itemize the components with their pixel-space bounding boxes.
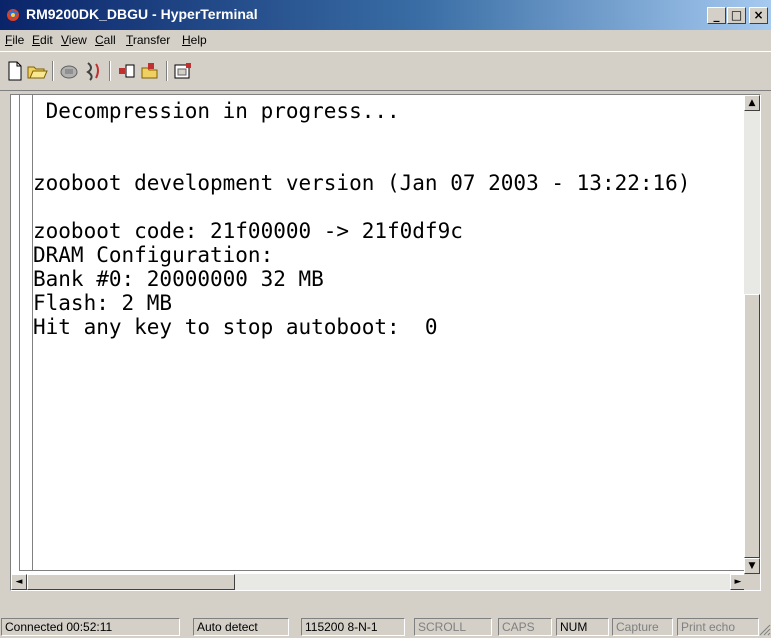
window-title: RM9200DK_DBGU - HyperTerminal: [26, 6, 258, 22]
status-bar: Connected 00:52:11 Auto detect 115200 8-…: [0, 616, 771, 638]
menu-edit[interactable]: Edit: [32, 33, 53, 47]
scroll-down-button[interactable]: ▼: [744, 558, 760, 574]
terminal-area[interactable]: Decompression in progress... zooboot dev…: [11, 95, 746, 574]
toolbar-separator: [52, 61, 54, 81]
resize-grip-icon[interactable]: [759, 624, 771, 636]
receive-icon[interactable]: [139, 60, 161, 82]
minimize-button[interactable]: _: [707, 7, 726, 24]
terminal-output[interactable]: Decompression in progress... zooboot dev…: [33, 99, 745, 339]
status-detect: Auto detect: [193, 618, 289, 636]
properties-icon[interactable]: [172, 60, 194, 82]
status-capture: Capture: [612, 618, 673, 636]
send-icon[interactable]: [115, 60, 137, 82]
status-scroll: SCROLL: [414, 618, 492, 636]
vertical-scroll-thumb[interactable]: [744, 294, 760, 558]
vertical-scrollbar[interactable]: ▲ ▼: [744, 95, 760, 574]
new-document-icon[interactable]: [4, 60, 26, 82]
dial-phone-icon[interactable]: [58, 60, 80, 82]
horizontal-scroll-thumb[interactable]: [27, 574, 235, 590]
menu-bar: File Edit View Call Transfer Help: [0, 30, 771, 50]
toolbar: [0, 51, 771, 91]
menu-call[interactable]: Call: [95, 33, 116, 47]
scrollbar-corner: [744, 574, 760, 590]
scroll-up-button[interactable]: ▲: [744, 95, 760, 111]
open-folder-icon[interactable]: [26, 60, 48, 82]
menu-transfer[interactable]: Transfer: [126, 33, 170, 47]
terminal-left-border: [19, 95, 33, 571]
terminal-bottom-border: [19, 570, 745, 572]
toolbar-separator: [166, 61, 168, 81]
status-port-settings: 115200 8-N-1: [301, 618, 405, 636]
status-num: NUM: [556, 618, 609, 636]
toolbar-separator: [109, 61, 111, 81]
menu-view[interactable]: View: [61, 33, 87, 47]
maximize-button[interactable]: □: [727, 7, 746, 24]
terminal-frame: Decompression in progress... zooboot dev…: [10, 94, 761, 591]
scroll-left-button[interactable]: ◄: [11, 574, 27, 590]
hyperterminal-icon: [7, 9, 19, 21]
status-caps: CAPS: [498, 618, 552, 636]
close-button[interactable]: ×: [749, 7, 768, 24]
title-bar[interactable]: RM9200DK_DBGU - HyperTerminal _ □ ×: [0, 0, 771, 30]
status-connected: Connected 00:52:11: [1, 618, 180, 636]
horizontal-scrollbar[interactable]: ◄ ►: [11, 574, 746, 590]
status-print-echo: Print echo: [677, 618, 759, 636]
menu-file[interactable]: File: [5, 33, 24, 47]
disconnect-phone-icon[interactable]: [82, 60, 104, 82]
menu-help[interactable]: Help: [182, 33, 207, 47]
